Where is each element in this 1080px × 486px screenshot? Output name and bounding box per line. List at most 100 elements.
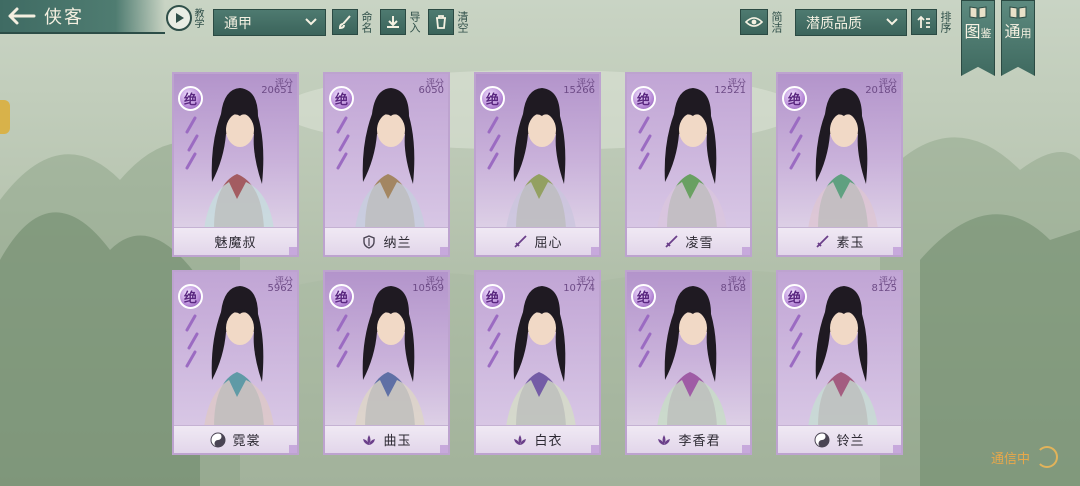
- chevron-down-icon: [884, 14, 900, 30]
- sword-icon: [663, 234, 679, 250]
- score-value: 20651: [261, 85, 293, 96]
- trash-icon: [428, 8, 454, 35]
- character-card[interactable]: 绝 评分 20651 魅魔叔: [172, 72, 299, 257]
- grade-badge: 绝: [178, 86, 203, 111]
- grade-badge: 绝: [178, 284, 203, 309]
- grade-badge: 绝: [782, 86, 807, 111]
- name-bar: 曲玉: [325, 425, 448, 453]
- filter-select-value: 通甲: [224, 15, 252, 32]
- score-value: 6050: [418, 85, 444, 96]
- name-bar: 铃兰: [778, 425, 901, 453]
- sort-label: 排序: [939, 10, 952, 33]
- tutorial-button[interactable]: 教学: [166, 2, 210, 34]
- download-icon: [380, 8, 406, 35]
- lotus-icon: [512, 432, 528, 448]
- loading-spinner-icon: [1036, 446, 1058, 468]
- grade-badge: 绝: [631, 86, 656, 111]
- eye-icon: [740, 8, 768, 35]
- sort-select-value: 潜质品质: [806, 15, 862, 32]
- back-arrow-icon: [0, 0, 44, 33]
- general-button[interactable]: 通用: [1001, 0, 1035, 76]
- grade-badge: 绝: [480, 86, 505, 111]
- sort-button[interactable]: 排序: [911, 7, 952, 36]
- connection-status: 通信中: [991, 446, 1058, 468]
- name-bar: 凌雪: [627, 227, 750, 255]
- character-name: 曲玉: [383, 434, 412, 449]
- side-tab-handle[interactable]: [0, 100, 10, 134]
- character-name: 屈心: [534, 236, 563, 251]
- character-card[interactable]: 绝 评分 8125 铃兰: [776, 270, 903, 455]
- rank-stroke-icon: [789, 314, 803, 368]
- score-value: 8125: [871, 283, 897, 294]
- shield-icon: [361, 234, 377, 250]
- score-value: 10569: [412, 283, 444, 294]
- lotus-icon: [656, 432, 672, 448]
- general-label-2: 用: [1020, 27, 1032, 40]
- simple-mode-button[interactable]: 简洁: [740, 7, 783, 36]
- yinyang-icon: [210, 432, 226, 448]
- character-name: 魅魔叔: [214, 236, 257, 251]
- score-value: 20186: [865, 85, 897, 96]
- character-name: 霓裳: [232, 434, 261, 449]
- grade-badge: 绝: [329, 284, 354, 309]
- score-value: 10774: [563, 283, 595, 294]
- codex-button[interactable]: 图鉴: [961, 0, 995, 76]
- clear-label: 清空: [456, 10, 469, 33]
- lotus-icon: [361, 432, 377, 448]
- brush-icon: [332, 8, 358, 35]
- yinyang-icon: [814, 432, 830, 448]
- top-bar: 侠客 教学 通甲 命名 导入 清空 简洁 潜质品质 排序 图鉴 通用: [0, 0, 1080, 76]
- codex-label-1: 图: [964, 22, 981, 41]
- status-text: 通信中: [990, 451, 1030, 467]
- score-value: 12521: [714, 85, 746, 96]
- book-icon: [1009, 6, 1027, 19]
- grade-badge: 绝: [480, 284, 505, 309]
- grade-badge: 绝: [631, 284, 656, 309]
- name-bar: 霓裳: [174, 425, 297, 453]
- rank-stroke-icon: [185, 314, 199, 368]
- character-card[interactable]: 绝 评分 12521 凌雪: [625, 72, 752, 257]
- character-card[interactable]: 绝 评分 5962 霓裳: [172, 270, 299, 455]
- page-title: 侠客: [44, 7, 84, 28]
- character-name: 白衣: [534, 434, 563, 449]
- sword-icon: [512, 234, 528, 250]
- sort-select[interactable]: 潜质品质: [795, 9, 907, 36]
- back-button[interactable]: 侠客: [0, 0, 165, 34]
- grade-badge: 绝: [782, 284, 807, 309]
- filter-select[interactable]: 通甲: [213, 9, 326, 36]
- character-card[interactable]: 绝 评分 20186 素玉: [776, 72, 903, 257]
- character-card[interactable]: 绝 评分 6050 纳兰: [323, 72, 450, 257]
- general-label-1: 通: [1004, 22, 1021, 41]
- rank-stroke-icon: [638, 116, 652, 170]
- character-name: 素玉: [836, 236, 865, 251]
- character-card[interactable]: 绝 评分 15266 屈心: [474, 72, 601, 257]
- name-bar: 白衣: [476, 425, 599, 453]
- rank-stroke-icon: [638, 314, 652, 368]
- name-bar: 魅魔叔: [174, 227, 297, 255]
- rank-stroke-icon: [487, 314, 501, 368]
- character-card[interactable]: 绝 评分 10569 曲玉: [323, 270, 450, 455]
- rank-stroke-icon: [336, 116, 350, 170]
- clear-button[interactable]: 清空: [428, 7, 469, 36]
- name-bar: 素玉: [778, 227, 901, 255]
- import-label: 导入: [408, 10, 421, 33]
- name-bar: 屈心: [476, 227, 599, 255]
- grade-badge: 绝: [329, 86, 354, 111]
- tutorial-label: 教学: [192, 8, 203, 28]
- rename-button[interactable]: 命名: [332, 7, 373, 36]
- rank-stroke-icon: [487, 116, 501, 170]
- simple-label: 简洁: [770, 10, 783, 33]
- codex-label-2: 鉴: [980, 27, 992, 40]
- import-button[interactable]: 导入: [380, 7, 421, 36]
- score-value: 15266: [563, 85, 595, 96]
- book-icon: [969, 6, 987, 19]
- score-value: 8168: [720, 283, 746, 294]
- rank-stroke-icon: [789, 116, 803, 170]
- rank-stroke-icon: [336, 314, 350, 368]
- score-value: 5962: [267, 283, 293, 294]
- rename-label: 命名: [360, 10, 373, 33]
- character-card[interactable]: 绝 评分 8168 李香君: [625, 270, 752, 455]
- name-bar: 纳兰: [325, 227, 448, 255]
- character-name: 铃兰: [836, 434, 865, 449]
- character-card[interactable]: 绝 评分 10774 白衣: [474, 270, 601, 455]
